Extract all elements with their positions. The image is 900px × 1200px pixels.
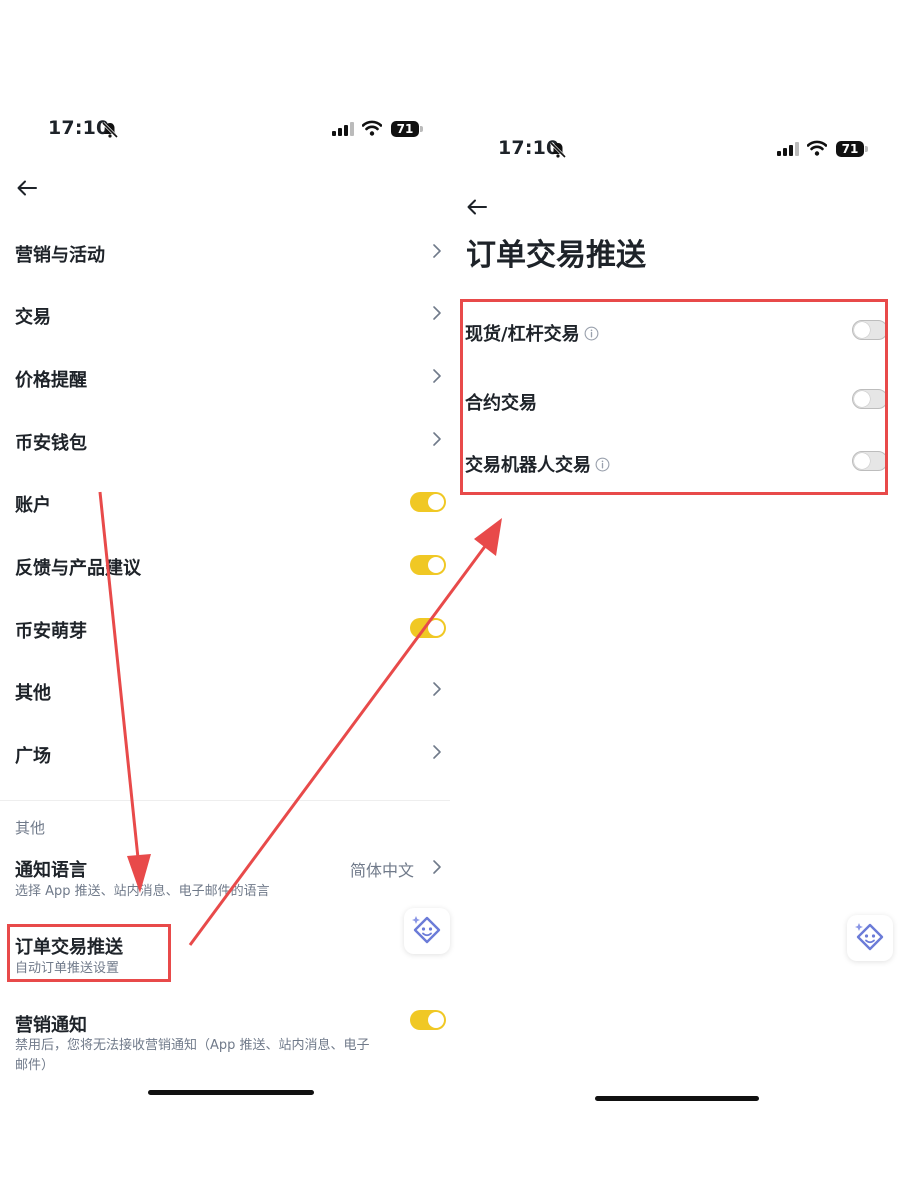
chevron-right-icon [433, 369, 441, 383]
menu-row-label: 价格提醒 [15, 370, 87, 391]
battery-level: 71 [836, 141, 864, 157]
silent-bell-icon [101, 121, 119, 139]
notification-settings-screen: 17:10 71 营销与活动 交易 价格提醒 币安钱包 账户 反馈与产品建议 币安萌芽 其他广… [0, 0, 450, 1200]
chevron-right-icon [433, 432, 441, 446]
menu-row-label: 交易 [15, 307, 51, 328]
annotation-highlight-box [460, 299, 888, 495]
notification-language-value: 简体中文 [350, 861, 415, 880]
cellular-signal-icon [332, 122, 354, 136]
wifi-icon [362, 120, 382, 136]
back-arrow-icon[interactable] [466, 198, 488, 216]
silent-bell-icon [549, 141, 567, 159]
menu-row[interactable]: 价格提醒 [0, 361, 450, 395]
menu-row[interactable]: 反馈与产品建议 [0, 549, 450, 583]
cellular-signal-icon [777, 142, 799, 156]
menu-row[interactable]: 币安钱包 [0, 424, 450, 458]
annotation-highlight-box [7, 924, 171, 982]
battery-indicator: 71 [391, 121, 425, 137]
menu-row-toggle[interactable] [410, 492, 446, 512]
back-arrow-icon[interactable] [16, 179, 38, 197]
ai-assistant-button[interactable] [847, 915, 893, 961]
status-bar: 17:10 71 [452, 136, 900, 166]
chevron-right-icon [433, 745, 441, 759]
menu-row-label: 币安萌芽 [15, 621, 87, 642]
menu-row-label: 账户 [15, 495, 51, 516]
menu-row[interactable]: 交易 [0, 298, 450, 332]
menu-row-toggle[interactable] [410, 618, 446, 638]
section-divider [0, 800, 450, 801]
marketing-notification-description-line1: 禁用后，您将无法接收营销通知（App 推送、站内消息、电子 [15, 1038, 370, 1053]
status-bar: 17:10 71 [0, 116, 450, 146]
chevron-right-icon [433, 860, 441, 874]
menu-row-label: 营销与活动 [15, 245, 105, 266]
chevron-right-icon [433, 306, 441, 320]
section-title-other: 其他 [15, 819, 46, 837]
menu-row[interactable]: 其他 [0, 674, 450, 708]
notification-language-title: 通知语言 [15, 860, 87, 881]
chevron-right-icon [433, 244, 441, 258]
order-trade-push-screen: 17:10 71 订单交易推送 现货/杠杆交易 合约交易 交易机器人交易 [452, 0, 900, 1200]
menu-row[interactable]: 账户 [0, 486, 450, 520]
marketing-notification-title: 营销通知 [15, 1015, 87, 1036]
menu-row-label: 反馈与产品建议 [15, 558, 141, 579]
battery-level: 71 [391, 121, 419, 137]
marketing-notification-description-line2: 邮件） [15, 1058, 55, 1073]
menu-row-toggle[interactable] [410, 555, 446, 575]
menu-row[interactable]: 营销与活动 [0, 236, 450, 270]
menu-row[interactable]: 广场 [0, 737, 450, 771]
battery-indicator: 71 [836, 141, 870, 157]
notification-language-row[interactable]: 通知语言 简体中文 选择 App 推送、站内消息、电子邮件的语言 [0, 850, 450, 900]
marketing-notification-toggle[interactable] [410, 1010, 446, 1030]
home-indicator [148, 1090, 314, 1095]
page-title: 订单交易推送 [466, 238, 646, 273]
marketing-notification-row[interactable]: 营销通知 禁用后，您将无法接收营销通知（App 推送、站内消息、电子 邮件） [0, 1008, 450, 1080]
chevron-right-icon [433, 682, 441, 696]
menu-row-label: 广场 [15, 746, 51, 767]
ai-assistant-icon [855, 923, 884, 951]
menu-row-label: 币安钱包 [15, 433, 87, 454]
wifi-icon [807, 140, 827, 156]
home-indicator [595, 1096, 759, 1101]
menu-row-label: 其他 [15, 683, 51, 704]
menu-row[interactable]: 币安萌芽 [0, 612, 450, 646]
notification-language-description: 选择 App 推送、站内消息、电子邮件的语言 [15, 884, 270, 899]
